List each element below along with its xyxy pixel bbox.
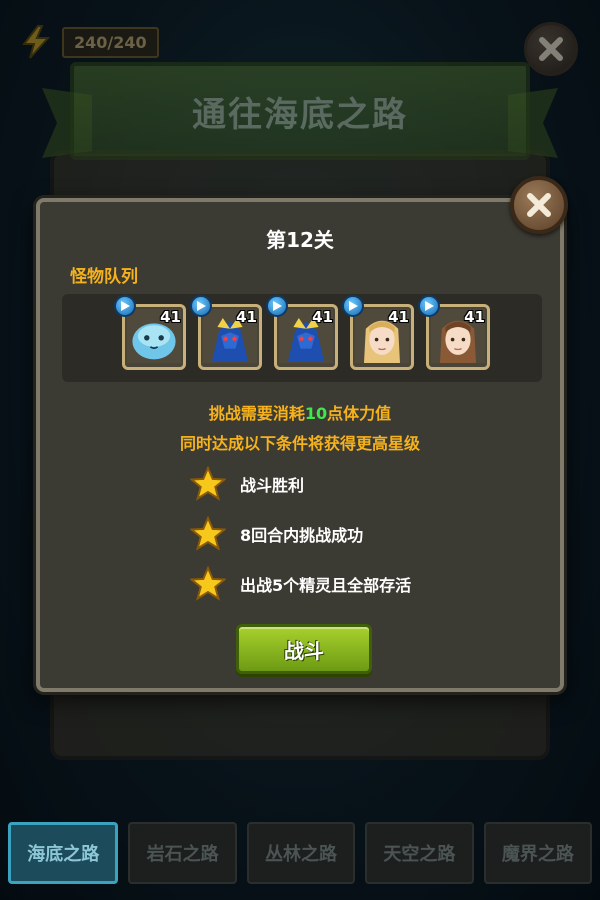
- tab-sky-route[interactable]: 天空之路: [365, 822, 474, 884]
- monster-queue: 41 41 41 41 41: [62, 294, 542, 382]
- close-map-button[interactable]: [524, 22, 578, 76]
- cost-prefix: 挑战需要消耗: [208, 404, 305, 423]
- close-icon: [539, 37, 563, 61]
- play-icon[interactable]: [266, 295, 288, 317]
- play-icon[interactable]: [190, 295, 212, 317]
- monster-queue-label: 怪物队列: [70, 267, 138, 287]
- condition-text: 8回合内挑战成功: [240, 526, 364, 545]
- level-dialog: 第12关 怪物队列 41 41 41 41 41 挑战需要消耗10点体力值 同时…: [36, 176, 568, 692]
- condition-text: 出战5个精灵且全部存活: [240, 576, 412, 595]
- condition-item: 8回合内挑战成功: [190, 516, 363, 552]
- monster-level: 41: [236, 308, 257, 326]
- condition-item: 战斗胜利: [190, 466, 304, 502]
- fight-button[interactable]: 战斗: [236, 624, 372, 674]
- monster-level: 41: [312, 308, 333, 326]
- play-icon[interactable]: [114, 295, 136, 317]
- condition-text: 战斗胜利: [240, 476, 305, 495]
- monster-level: 41: [160, 308, 181, 326]
- monster-level: 41: [388, 308, 409, 326]
- cost-value: 10: [304, 404, 328, 423]
- tab-demon-route[interactable]: 魔界之路: [483, 822, 593, 884]
- star-icon: [190, 566, 226, 601]
- energy-value: 240/240: [62, 26, 159, 58]
- tab-jungle-route[interactable]: 丛林之路: [246, 822, 356, 884]
- star-condition-header: 同时达成以下条件将获得更高星级: [179, 434, 420, 453]
- tab-seabed-route[interactable]: 海底之路: [8, 822, 119, 884]
- lightning-icon: [21, 25, 51, 59]
- condition-item: 出战5个精灵且全部存活: [190, 566, 411, 602]
- tab-rock-route[interactable]: 岩石之路: [128, 822, 237, 884]
- cost-suffix: 点体力值: [327, 404, 392, 423]
- close-icon: [527, 193, 551, 217]
- route-tabs: 海底之路 岩石之路 丛林之路 天空之路 魔界之路: [8, 822, 593, 886]
- play-icon[interactable]: [418, 295, 440, 317]
- map-title: 通往海底之路: [192, 94, 408, 135]
- star-icon: [190, 466, 226, 501]
- level-title: 第12关: [266, 228, 334, 252]
- play-icon[interactable]: [342, 295, 364, 317]
- map-banner: 通往海底之路: [70, 62, 530, 160]
- stamina-cost-text: 挑战需要消耗10点体力值: [40, 400, 560, 424]
- star-icon: [190, 516, 226, 551]
- monster-level: 41: [464, 308, 485, 326]
- energy-meter: 240/240: [18, 24, 159, 60]
